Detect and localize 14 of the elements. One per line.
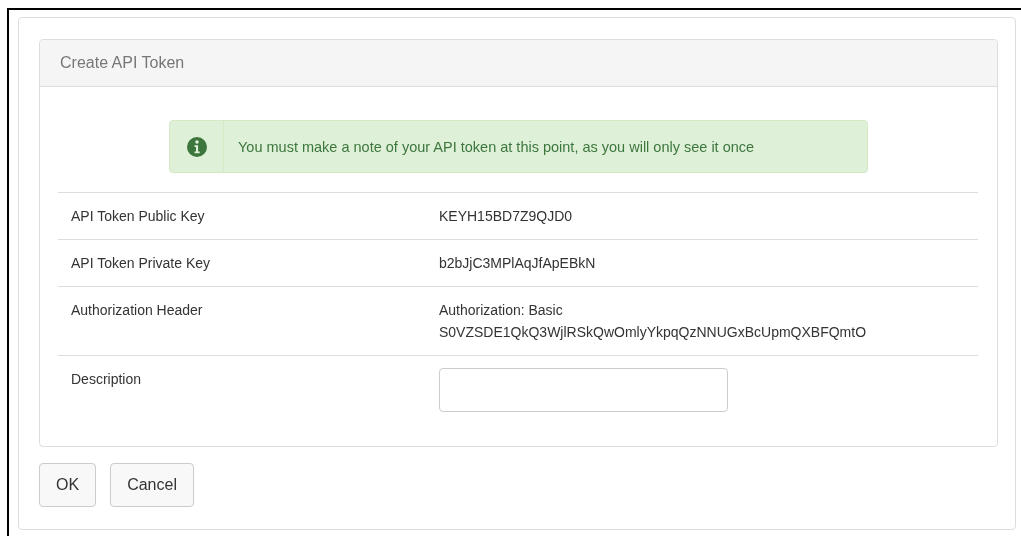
cancel-button[interactable]: Cancel [110, 463, 194, 507]
info-icon [186, 136, 207, 157]
field-value: S0VZSDE1QkQ3WjlRSkQwOmlyYkpqQzNNUGxBcUpmQXBFQmtO [439, 323, 867, 342]
field-value: KEYH15BD7Z9QJD0 [439, 207, 573, 226]
alert-message: You must make a note of your API token at this point, as you will only see it once [237, 138, 755, 155]
field-label: Description [71, 370, 143, 389]
ok-button[interactable]: OK [39, 463, 97, 507]
field-value: Authorization: Basic [439, 301, 564, 320]
field-label: API Token Private Key [71, 254, 212, 273]
panel-title: Create API Token [60, 54, 185, 72]
description-field[interactable] [439, 368, 728, 412]
field-label: Authorization Header [71, 301, 204, 320]
field-value: b2bJjC3MPlAqJfApEBkN [439, 254, 596, 273]
field-label: API Token Public Key [71, 207, 206, 226]
